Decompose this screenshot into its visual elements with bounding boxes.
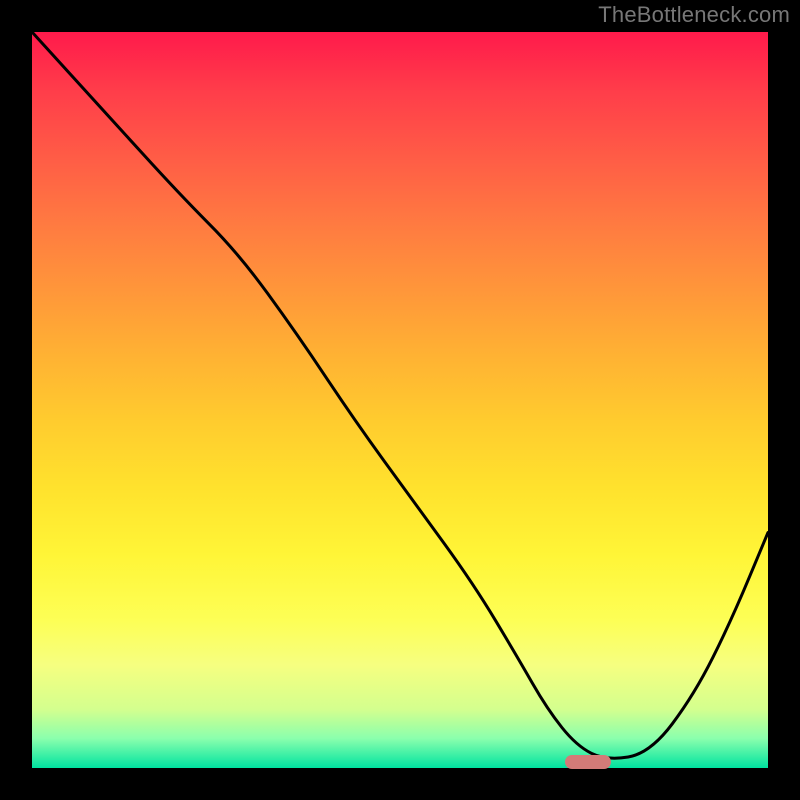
plot-area (32, 32, 768, 768)
bottleneck-curve-path (32, 32, 768, 758)
chart-frame: TheBottleneck.com (0, 0, 800, 800)
watermark-text: TheBottleneck.com (598, 2, 790, 28)
curve-svg (32, 32, 768, 768)
optimal-marker (565, 755, 611, 769)
